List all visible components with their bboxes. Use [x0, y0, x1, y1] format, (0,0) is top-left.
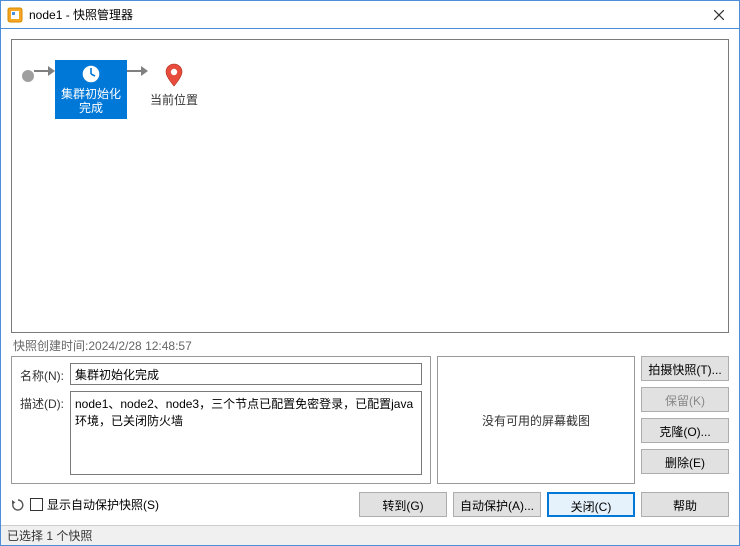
auto-protect-button[interactable]: 自动保护(A)... [453, 492, 541, 517]
show-auto-checkbox[interactable]: 显示自动保护快照(S) [30, 496, 159, 513]
delete-button[interactable]: 删除(E) [641, 449, 729, 474]
titlebar: node1 - 快照管理器 [1, 1, 739, 29]
fields-panel: 名称(N): 描述(D): [11, 356, 431, 484]
description-label: 描述(D): [20, 391, 64, 412]
snapshot-node-selected[interactable]: 集群初始化 完成 [55, 60, 127, 119]
name-label: 名称(N): [20, 363, 64, 384]
location-pin-icon [164, 63, 184, 87]
close-icon [714, 10, 724, 20]
clone-button[interactable]: 克隆(O)... [641, 418, 729, 443]
bottom-bar: 显示自动保护快照(S) 转到(G) 自动保护(A)... 关闭(C) 帮助 [11, 492, 729, 525]
clock-icon [80, 63, 102, 85]
current-position-label: 当前位置 [150, 91, 198, 108]
snapshot-chain: 集群初始化 完成 当前位置 [22, 60, 718, 119]
current-position-node[interactable]: 当前位置 [148, 60, 200, 111]
bottom-left: 显示自动保护快照(S) [11, 496, 353, 513]
side-buttons: 拍摄快照(T)... 保留(K) 克隆(O)... 删除(E) [641, 356, 729, 484]
detail-row: 名称(N): 描述(D): 没有可用的屏幕截图 拍摄快照(T)... 保留(K)… [11, 356, 729, 484]
no-screenshot-label: 没有可用的屏幕截图 [482, 412, 590, 429]
checkbox-icon [30, 498, 43, 511]
screenshot-preview: 没有可用的屏幕截图 [437, 356, 635, 484]
statusbar: 已选择 1 个快照 [1, 525, 739, 545]
app-icon [7, 7, 23, 23]
created-time-value: 2024/2/28 12:48:57 [88, 339, 191, 353]
close-button[interactable]: 关闭(C) [547, 492, 635, 517]
name-input[interactable] [70, 363, 422, 385]
keep-button: 保留(K) [641, 387, 729, 412]
help-button[interactable]: 帮助 [641, 492, 729, 517]
arrow-icon [34, 66, 55, 76]
status-text: 已选择 1 个快照 [7, 527, 92, 544]
chain-start-node [22, 70, 34, 82]
created-time-label: 快照创建时间:2024/2/28 12:48:57 [13, 337, 729, 354]
take-snapshot-button[interactable]: 拍摄快照(T)... [641, 356, 729, 381]
show-auto-label: 显示自动保护快照(S) [47, 496, 159, 513]
description-textarea[interactable] [70, 391, 422, 475]
snapshot-tree[interactable]: 集群初始化 完成 当前位置 [11, 39, 729, 333]
snapshot-node-label: 集群初始化 完成 [61, 87, 121, 115]
revert-icon[interactable] [11, 498, 25, 512]
window-title: node1 - 快照管理器 [29, 6, 699, 23]
snapshot-manager-window: node1 - 快照管理器 [0, 0, 740, 546]
close-window-button[interactable] [699, 1, 739, 28]
created-time-caption: 快照创建时间: [13, 339, 88, 353]
goto-button[interactable]: 转到(G) [359, 492, 447, 517]
arrow-icon [127, 66, 148, 76]
content-area: 集群初始化 完成 当前位置 快照创建时间:2024/2/28 1 [1, 29, 739, 525]
